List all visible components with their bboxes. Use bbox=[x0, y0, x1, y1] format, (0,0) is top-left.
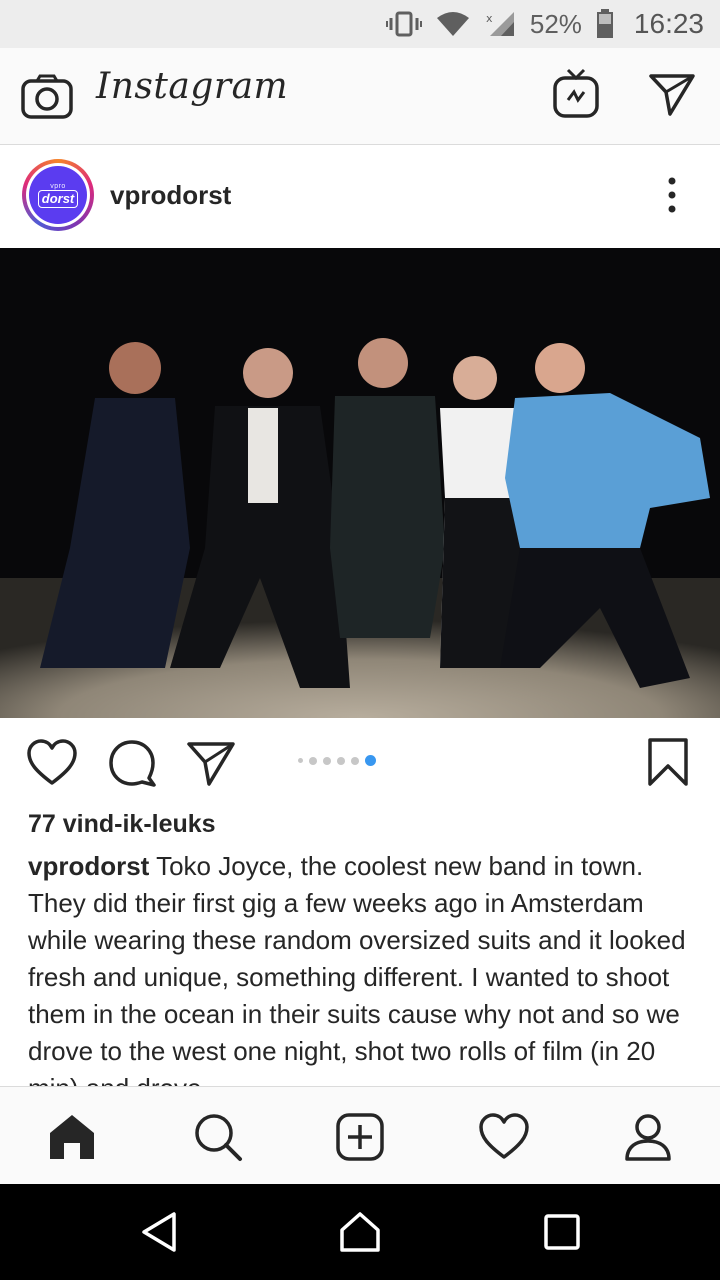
wifi-icon bbox=[436, 10, 470, 38]
recents-icon[interactable] bbox=[540, 1210, 584, 1254]
post-username[interactable]: vprodorst bbox=[110, 180, 231, 211]
post-actions bbox=[0, 718, 720, 808]
share-icon[interactable] bbox=[186, 738, 238, 788]
carousel-dot bbox=[298, 758, 303, 763]
android-nav-bar bbox=[0, 1184, 720, 1280]
post-header: vpro dorst vprodorst bbox=[0, 145, 720, 248]
post-photo-image bbox=[0, 248, 720, 718]
caption-username[interactable]: vprodorst bbox=[28, 851, 149, 881]
avatar-small-text: vpro bbox=[50, 182, 66, 190]
new-post-icon[interactable] bbox=[334, 1111, 386, 1163]
avatar[interactable]: vpro dorst bbox=[22, 159, 94, 231]
carousel-dot bbox=[351, 756, 359, 765]
post-caption: vprodorst Toko Joyce, the coolest new ba… bbox=[28, 848, 700, 1086]
carousel-dot bbox=[309, 756, 317, 765]
avatar-text: dorst bbox=[37, 189, 79, 208]
profile-icon[interactable] bbox=[622, 1111, 674, 1163]
bottom-nav bbox=[0, 1086, 720, 1184]
back-icon[interactable] bbox=[138, 1210, 182, 1254]
battery-icon bbox=[596, 9, 614, 39]
clock: 16:23 bbox=[633, 8, 704, 39]
more-options-icon[interactable] bbox=[658, 175, 686, 215]
activity-icon[interactable] bbox=[478, 1111, 530, 1163]
carousel-indicator bbox=[298, 755, 376, 766]
svg-text:x: x bbox=[486, 12, 493, 25]
caption-text: Toko Joyce, the coolest new band in town… bbox=[28, 851, 686, 1086]
carousel-dot bbox=[337, 756, 345, 765]
signal-icon: x bbox=[484, 10, 516, 38]
home-icon[interactable] bbox=[46, 1111, 98, 1163]
like-heart-icon[interactable] bbox=[26, 738, 78, 788]
home-button-icon[interactable] bbox=[338, 1210, 382, 1254]
likes-count[interactable]: 77 vind-ik-leuks bbox=[28, 810, 216, 839]
direct-message-icon[interactable] bbox=[648, 70, 696, 118]
carousel-dot-active bbox=[365, 755, 376, 766]
carousel-dot bbox=[323, 756, 331, 765]
post-photo[interactable] bbox=[0, 248, 720, 718]
status-bar: x 52% 16:23 bbox=[0, 0, 720, 48]
top-bar: Instagram bbox=[0, 48, 720, 145]
igtv-icon[interactable] bbox=[552, 68, 600, 120]
comment-icon[interactable] bbox=[106, 738, 158, 788]
search-icon[interactable] bbox=[192, 1111, 244, 1163]
bookmark-icon[interactable] bbox=[644, 736, 692, 788]
instagram-logo: Instagram bbox=[96, 66, 289, 107]
camera-icon[interactable] bbox=[20, 74, 74, 120]
vibrate-icon bbox=[385, 10, 422, 38]
battery-percent: 52% bbox=[529, 8, 582, 39]
